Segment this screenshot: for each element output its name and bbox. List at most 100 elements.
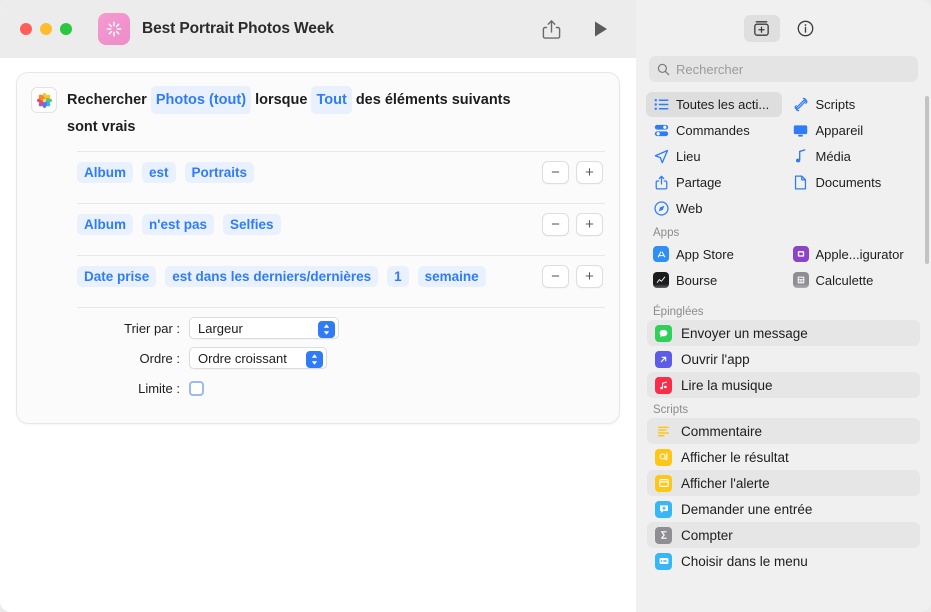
- share-icon: [653, 175, 669, 190]
- sidebar-search[interactable]: [649, 56, 918, 82]
- sidebar-item-label: Média: [815, 149, 851, 164]
- window-titlebar: Best Portrait Photos Week: [0, 0, 636, 58]
- find-photos-action-card: Rechercher Photos (tout) lorsque Tout de…: [16, 72, 620, 424]
- list-item-label: Lire la musique: [681, 377, 773, 393]
- criteria-pills: Date prise est dans les derniers/dernièr…: [77, 265, 542, 287]
- pinned-section-header: Épinglées: [653, 306, 704, 318]
- criteria-value[interactable]: 1: [387, 265, 409, 287]
- list-item[interactable]: Ouvrir l'app: [647, 346, 920, 372]
- remove-criteria-button[interactable]: −: [542, 264, 569, 288]
- list-item[interactable]: Afficher l'alerte: [647, 470, 920, 496]
- add-criteria-button[interactable]: +: [576, 264, 603, 288]
- controls-icon: [653, 124, 669, 137]
- add-criteria-button[interactable]: +: [576, 160, 603, 184]
- sidebar-item-calculette[interactable]: Calculette: [786, 267, 922, 293]
- close-button[interactable]: [20, 23, 32, 35]
- order-select[interactable]: Ordre croissant: [189, 347, 327, 369]
- list-item[interactable]: Commentaire: [647, 418, 920, 444]
- sidebar-item-media[interactable]: Média: [786, 144, 922, 169]
- criteria-operator[interactable]: est: [142, 161, 176, 183]
- list-item[interactable]: Envoyer un message: [647, 320, 920, 346]
- sort-by-row: Trier par : Largeur: [77, 317, 605, 339]
- photos-icon: [31, 87, 57, 113]
- run-button[interactable]: [586, 14, 616, 44]
- sidebar-item-web[interactable]: Web: [646, 196, 782, 221]
- window-title: Best Portrait Photos Week: [142, 20, 334, 37]
- sidebar-item-bourse[interactable]: Bourse: [646, 267, 782, 293]
- sort-by-select[interactable]: Largeur: [189, 317, 339, 339]
- info-circle-icon[interactable]: [788, 15, 824, 42]
- search-input[interactable]: [676, 61, 910, 77]
- document-icon: [793, 175, 809, 190]
- count-sigma-icon: [655, 526, 672, 544]
- sidebar-scrollbar[interactable]: [925, 96, 929, 264]
- category-scroll-region[interactable]: Toutes les acti... Scripts Commandes App…: [636, 92, 931, 300]
- comment-icon: [655, 423, 672, 440]
- criteria-value[interactable]: Selfies: [222, 213, 281, 235]
- sidebar-item-label: Scripts: [815, 97, 856, 112]
- sidebar-item-label: Documents: [815, 175, 882, 190]
- list-item-label: Envoyer un message: [681, 325, 808, 341]
- music-icon: [655, 376, 672, 394]
- list-item-label: Afficher l'alerte: [681, 475, 770, 491]
- sidebar-item-label: Appareil: [815, 123, 864, 138]
- criteria-unit[interactable]: semaine: [417, 265, 486, 287]
- list-item[interactable]: Demander une entrée: [647, 496, 920, 522]
- app-root: Best Portrait Photos Week Rechercher Pho…: [0, 0, 931, 612]
- open-app-icon: [655, 350, 672, 368]
- appstore-icon: [653, 246, 669, 262]
- list-item[interactable]: Compter: [647, 522, 920, 548]
- sidebar-item-all-actions[interactable]: Toutes les acti...: [646, 92, 782, 117]
- sidebar-item-appareil[interactable]: Appareil: [786, 118, 922, 143]
- list-item[interactable]: Lire la musique: [647, 372, 920, 398]
- list-item-label: Ouvrir l'app: [681, 351, 750, 367]
- remove-criteria-button[interactable]: −: [542, 212, 569, 236]
- chevron-updown-icon: [318, 320, 335, 338]
- remove-criteria-button[interactable]: −: [542, 160, 569, 184]
- calculator-icon: [792, 272, 809, 288]
- list-item[interactable]: Choisir dans le menu: [647, 548, 920, 574]
- sidebar-item-app-store[interactable]: App Store: [646, 241, 782, 267]
- minimize-button[interactable]: [40, 23, 52, 35]
- criteria-row-buttons: − +: [542, 212, 603, 236]
- criteria-value[interactable]: Portraits: [184, 161, 255, 183]
- match-pill[interactable]: Tout: [311, 86, 352, 114]
- show-alert-icon: [655, 474, 672, 492]
- action-header-text: Rechercher Photos (tout) lorsque Tout de…: [67, 86, 537, 140]
- apps-section-header: Apps: [653, 227, 680, 239]
- stocks-icon: [653, 272, 669, 288]
- actions-list-region[interactable]: Épinglées Envoyer un message Ouvrir l'ap…: [636, 300, 931, 612]
- criteria-field[interactable]: Album: [77, 161, 133, 183]
- list-item-label: Commentaire: [681, 423, 763, 439]
- list-bullet-icon: [653, 98, 669, 111]
- header-tail2: sont vrais: [67, 119, 136, 135]
- sidebar-item-scripts[interactable]: Scripts: [786, 92, 922, 117]
- apple-configurator-icon: [792, 246, 809, 262]
- list-item-label: Compter: [681, 527, 733, 543]
- sort-by-value: Largeur: [198, 320, 243, 336]
- add-criteria-button[interactable]: +: [576, 212, 603, 236]
- sidebar-item-lieu[interactable]: Lieu: [646, 144, 782, 169]
- sidebar-item-apple-configurator[interactable]: Apple...igurator: [786, 241, 922, 267]
- criteria-row-buttons: − +: [542, 264, 603, 288]
- share-button[interactable]: [536, 14, 566, 44]
- criteria-operator[interactable]: n'est pas: [142, 213, 214, 235]
- limit-row: Limite :: [77, 377, 605, 399]
- source-pill[interactable]: Photos (tout): [150, 86, 252, 114]
- sidebar-item-partage[interactable]: Partage: [646, 170, 782, 195]
- limit-checkbox[interactable]: [189, 380, 204, 396]
- ask-input-icon: [655, 500, 672, 518]
- list-item-label: Demander une entrée: [681, 501, 813, 517]
- action-library-icon[interactable]: [743, 14, 780, 42]
- workflow-canvas: Rechercher Photos (tout) lorsque Tout de…: [0, 58, 636, 612]
- sidebar-item-label: Web: [676, 201, 703, 216]
- sidebar-item-commandes[interactable]: Commandes: [646, 118, 782, 143]
- zoom-button[interactable]: [60, 23, 72, 35]
- criteria-field[interactable]: Album: [77, 213, 133, 235]
- criteria-operator[interactable]: est dans les derniers/dernières: [165, 265, 379, 287]
- list-item[interactable]: Afficher le résultat: [647, 444, 920, 470]
- sidebar-item-documents[interactable]: Documents: [786, 170, 922, 195]
- criteria-field[interactable]: Date prise: [77, 265, 157, 287]
- app-label: App Store: [676, 246, 734, 262]
- app-label: Bourse: [676, 272, 718, 288]
